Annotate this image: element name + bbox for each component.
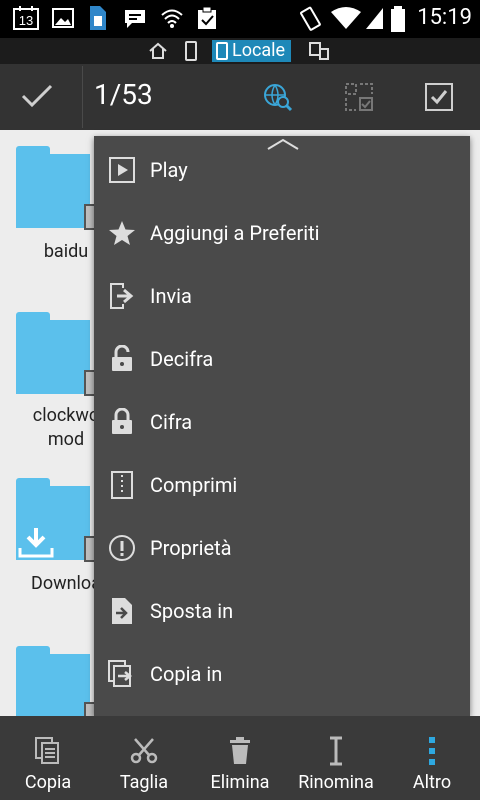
image-notification-icon — [52, 7, 74, 33]
menu-item-move-to[interactable]: Sposta in — [94, 579, 470, 642]
bottom-toolbar: Copia Taglia Elimina Rinomina Altro — [0, 716, 480, 800]
locale-tab[interactable]: Locale — [212, 40, 292, 62]
clock: 15:19 — [417, 5, 472, 30]
web-search-icon[interactable] — [262, 82, 294, 116]
unlock-icon — [94, 344, 150, 373]
copy-to-icon — [94, 659, 150, 688]
more-options-menu: Play Aggiungi a Preferiti Invia Decifra … — [94, 136, 470, 716]
copy-button[interactable]: Copia — [0, 716, 96, 800]
menu-item-play[interactable]: Play — [94, 138, 470, 201]
select-range-icon[interactable] — [344, 82, 374, 116]
menu-item-label: Decifra — [150, 346, 214, 371]
menu-item-label: Proprietà — [150, 535, 232, 560]
delete-label: Elimina — [210, 772, 270, 793]
info-icon — [94, 534, 150, 562]
rename-button[interactable]: Rinomina — [288, 716, 384, 800]
menu-item-label: Comprimi — [150, 472, 238, 497]
menu-item-add-favorites[interactable]: Aggiungi a Preferiti — [94, 201, 470, 264]
battery-icon — [390, 5, 406, 37]
menu-item-label: Aggiungi a Preferiti — [150, 220, 320, 245]
calendar-notification-icon: 13 — [12, 5, 40, 35]
home-icon[interactable] — [148, 41, 168, 65]
locale-label: Locale — [232, 40, 286, 61]
select-all-icon[interactable] — [424, 82, 454, 116]
trash-icon — [192, 736, 288, 766]
chat-notification-icon — [122, 7, 148, 35]
star-icon — [94, 220, 150, 246]
vibrate-icon — [298, 6, 322, 36]
menu-item-label: Copia in — [150, 661, 223, 686]
scissors-icon — [96, 736, 192, 766]
menu-item-send[interactable]: Invia — [94, 264, 470, 327]
menu-item-label: Invia — [150, 283, 192, 308]
sim-notification-icon — [86, 4, 108, 36]
zip-icon — [94, 470, 150, 499]
menu-item-label: Sposta in — [150, 598, 234, 623]
more-icon — [384, 736, 480, 766]
move-icon — [94, 597, 150, 625]
cell-signal-icon — [364, 6, 384, 34]
phone-icon — [216, 42, 228, 60]
cut-label: Taglia — [119, 772, 169, 793]
wifi-signal-icon — [330, 6, 362, 34]
play-icon — [94, 156, 150, 183]
menu-item-copy-to[interactable]: Copia in — [94, 642, 470, 705]
copy-icon — [0, 736, 96, 766]
devices-icon[interactable] — [308, 41, 330, 65]
selection-count: 1/53 — [94, 78, 153, 111]
phone-storage-icon[interactable] — [184, 41, 198, 65]
done-check-icon[interactable] — [20, 82, 54, 114]
more-label: Altro — [412, 772, 452, 793]
send-icon — [94, 282, 150, 310]
svg-text:13: 13 — [19, 13, 33, 28]
menu-item-label: Play — [150, 157, 188, 182]
menu-item-compress[interactable]: Comprimi — [94, 453, 470, 516]
divider — [82, 66, 83, 128]
rename-icon — [288, 736, 384, 766]
menu-item-properties[interactable]: Proprietà — [94, 516, 470, 579]
status-bar: 13 15:19 — [0, 0, 480, 38]
action-bar — [0, 64, 480, 130]
menu-item-label: Cifra — [150, 409, 193, 434]
clipboard-notification-icon — [196, 5, 218, 35]
cut-button[interactable]: Taglia — [96, 716, 192, 800]
download-icon — [18, 524, 54, 564]
copy-label: Copia — [24, 772, 72, 793]
more-button[interactable]: Altro — [384, 716, 480, 800]
menu-item-decrypt[interactable]: Decifra — [94, 327, 470, 390]
menu-item-encrypt[interactable]: Cifra — [94, 390, 470, 453]
wifi-notification-icon — [160, 7, 184, 33]
rename-label: Rinomina — [298, 772, 374, 793]
delete-button[interactable]: Elimina — [192, 716, 288, 800]
lock-icon — [94, 407, 150, 436]
